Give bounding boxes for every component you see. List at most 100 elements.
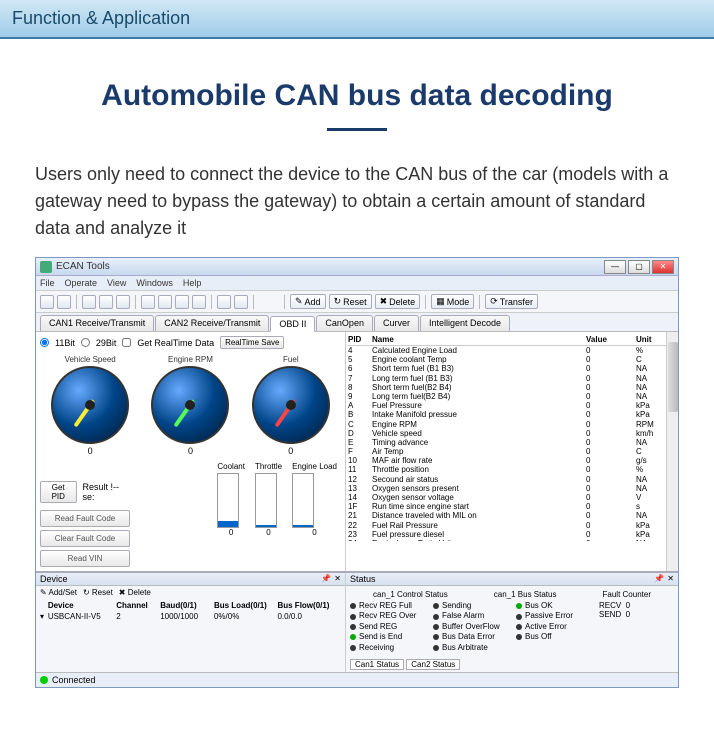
table-row[interactable]: 24Equivalence Ratio Voltage0NA	[348, 539, 676, 541]
tab-obd2[interactable]: OBD II	[270, 316, 315, 332]
toolbar-icon[interactable]	[158, 295, 172, 309]
separator	[211, 295, 212, 309]
table-row[interactable]: 14Oxygen sensor voltage0V	[348, 493, 676, 502]
app-title: ECAN Tools	[56, 261, 604, 272]
status-item: Recv REG Full	[350, 601, 425, 611]
tab-can1-status[interactable]: Can1 Status	[350, 659, 404, 670]
toolbar-icon[interactable]	[116, 295, 130, 309]
tab-can2[interactable]: CAN2 Receive/Transmit	[155, 315, 269, 331]
tab-can1[interactable]: CAN1 Receive/Transmit	[40, 315, 154, 331]
transfer-button[interactable]: ⟳Transfer	[485, 294, 538, 309]
tab-canopen[interactable]: CanOpen	[316, 315, 373, 331]
pin-icon[interactable]: 📌	[321, 574, 331, 584]
tab-curver[interactable]: Curver	[374, 315, 419, 331]
addset-button[interactable]: ✎ Add/Set	[40, 588, 77, 597]
table-row[interactable]: 7Long term fuel (B1 B3)0NA	[348, 374, 676, 383]
status-item: Recv REG Over	[350, 611, 425, 621]
toolbar-icon[interactable]	[57, 295, 71, 309]
pin-icon[interactable]: 📌	[654, 574, 664, 584]
delete-button[interactable]: ✖Delete	[375, 294, 421, 309]
menu-windows[interactable]: Windows	[136, 278, 173, 288]
toolbar-icon[interactable]	[141, 295, 155, 309]
main-panel: 11Bit 29Bit Get RealTime Data RealTime S…	[36, 332, 678, 571]
get-pid-button[interactable]: Get PID	[40, 481, 77, 503]
titlebar: ECAN Tools — ▢ ✕	[36, 258, 678, 276]
status-item: False Alarm	[433, 611, 508, 621]
section-title: Function & Application	[12, 8, 190, 28]
device-row[interactable]: ▾ USBCAN-II-V5 2 1000/1000 0%/0% 0.0/0.0	[40, 612, 341, 621]
status-item: Bus Data Error	[433, 632, 508, 642]
delete-button[interactable]: ✖ Delete	[119, 588, 151, 597]
realtime-checkbox[interactable]	[122, 338, 131, 347]
table-row[interactable]: 13Oxygen sensors present0NA	[348, 484, 676, 493]
status-item: Receiving	[350, 643, 425, 653]
radio-29bit-label: 29Bit	[96, 338, 117, 348]
read-vin-button[interactable]: Read VIN	[40, 550, 130, 567]
maximize-button[interactable]: ▢	[628, 260, 650, 274]
connection-indicator-icon	[40, 676, 48, 684]
table-row[interactable]: 1FRun time since engine start0s	[348, 502, 676, 511]
toolbar-icon[interactable]	[234, 295, 248, 309]
gauge-engine-rpm: Engine RPM 0	[151, 355, 229, 456]
table-row[interactable]: AFuel Pressure0kPa	[348, 401, 676, 410]
table-row[interactable]: 23Fuel pressure diesel0kPa	[348, 530, 676, 539]
device-panel: Device 📌✕ ✎ Add/Set ↻ Reset ✖ Delete Dev…	[36, 573, 346, 672]
tab-intelligent[interactable]: Intelligent Decode	[420, 315, 510, 331]
bar-coolant: Coolant 0	[217, 462, 245, 537]
table-row[interactable]: 8Short term fuel(B2 B4)0NA	[348, 383, 676, 392]
radio-11bit[interactable]	[40, 338, 49, 347]
table-row[interactable]: DVehicle speed0km/h	[348, 429, 676, 438]
radio-11bit-label: 11Bit	[55, 338, 75, 348]
mode-button[interactable]: ▦Mode	[431, 294, 474, 309]
toolbar-icon[interactable]	[99, 295, 113, 309]
fault-item: SEND 0	[599, 610, 674, 619]
table-row[interactable]: BIntake Manifold pressue0kPa	[348, 410, 676, 419]
table-row[interactable]: 22Fuel Rail Pressure0kPa	[348, 521, 676, 530]
reset-button[interactable]: ↻ Reset	[83, 588, 113, 597]
separator	[76, 295, 77, 309]
table-row[interactable]: 5Engine coolant Temp0C	[348, 355, 676, 364]
status-item: Sending	[433, 601, 508, 611]
realtime-save-button[interactable]: RealTime Save	[220, 336, 284, 349]
close-icon[interactable]: ✕	[334, 574, 341, 584]
toolbar-icon[interactable]	[82, 295, 96, 309]
toolbar-icon[interactable]	[175, 295, 189, 309]
toolbar-icon[interactable]	[192, 295, 206, 309]
toolbar-icon[interactable]	[40, 295, 54, 309]
gauges: Vehicle Speed 0 Engine RPM 0 Fuel 0	[40, 355, 341, 456]
toolbar-icon[interactable]	[217, 295, 231, 309]
reset-button[interactable]: ↻Reset	[329, 294, 372, 309]
menu-operate[interactable]: Operate	[65, 278, 98, 288]
close-icon[interactable]: ✕	[667, 574, 674, 584]
status-panel-title: Status	[350, 574, 376, 584]
table-row[interactable]: 4Calculated Engine Load0%	[348, 346, 676, 355]
table-row[interactable]: ETiming advance0NA	[348, 438, 676, 447]
table-row[interactable]: 9Long term fuel(B2 B4)0NA	[348, 392, 676, 401]
table-row[interactable]: 11Throttle position0%	[348, 465, 676, 474]
menu-help[interactable]: Help	[183, 278, 202, 288]
add-button[interactable]: ✎Add	[290, 294, 326, 309]
close-button[interactable]: ✕	[652, 260, 674, 274]
minimize-button[interactable]: —	[604, 260, 626, 274]
table-row[interactable]: 10MAF air flow rate0g/s	[348, 456, 676, 465]
gauge-vehicle-speed: Vehicle Speed 0	[51, 355, 129, 456]
gauge-dial	[151, 366, 229, 444]
scrollbar[interactable]	[666, 332, 678, 571]
separator	[425, 295, 426, 309]
read-fault-button[interactable]: Read Fault Code	[40, 510, 130, 527]
table-row[interactable]: CEngine RPM0RPM	[348, 420, 676, 429]
menubar: File Operate View Windows Help	[36, 276, 678, 291]
page-description: Users only need to connect the device to…	[35, 161, 679, 242]
radio-29bit[interactable]	[81, 338, 90, 347]
clear-fault-button[interactable]: Clear Fault Code	[40, 530, 130, 547]
table-row[interactable]: 12Secound air status0NA	[348, 475, 676, 484]
menu-view[interactable]: View	[107, 278, 126, 288]
status-item: Bus OK	[516, 601, 591, 611]
gauge-fuel: Fuel 0	[252, 355, 330, 456]
tab-can2-status[interactable]: Can2 Status	[406, 659, 460, 670]
menu-file[interactable]: File	[40, 278, 55, 288]
table-row[interactable]: FAir Temp0C	[348, 447, 676, 456]
table-row[interactable]: 21Distance traveled with MIL on0NA	[348, 511, 676, 520]
bar-throttle: Throttle 0	[255, 462, 282, 537]
table-row[interactable]: 6Short term fuel (B1 B3)0NA	[348, 364, 676, 373]
